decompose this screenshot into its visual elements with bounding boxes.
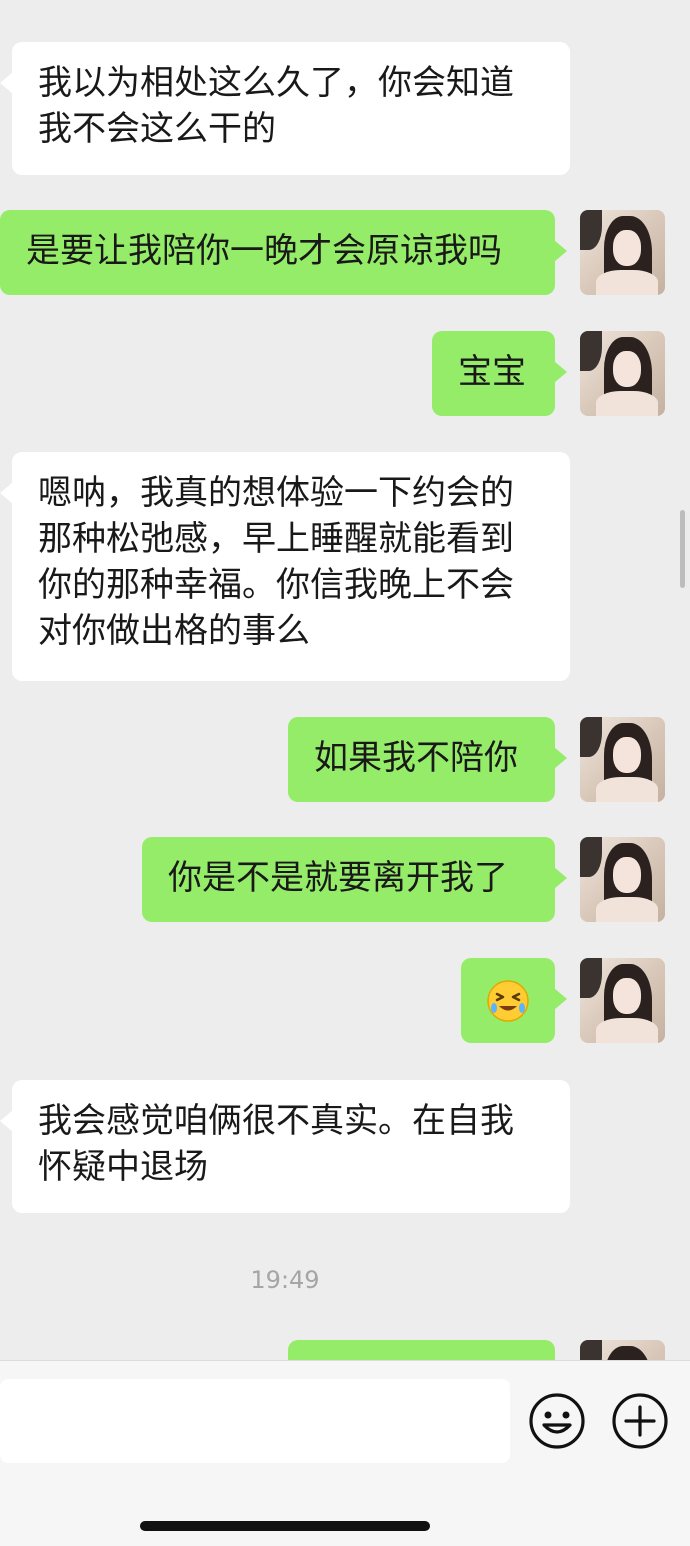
- avatar[interactable]: [580, 210, 665, 295]
- plus-circle-icon[interactable]: [610, 1391, 670, 1451]
- message-bubble-outgoing[interactable]: 你是不是就要离开我了: [142, 837, 567, 922]
- message-bubble-outgoing[interactable]: 是要让我陪你一晚才会原谅我吗: [0, 210, 567, 295]
- message-text: 我以为相处这么久了，你会知道我不会这么干的: [38, 63, 514, 149]
- home-indicator[interactable]: [140, 1521, 430, 1531]
- avatar[interactable]: [580, 837, 665, 922]
- grinning-squinting-sweat-emoji-icon: [487, 979, 529, 1022]
- message-text: 是要让我陪你一晚才会原谅我吗: [26, 231, 502, 271]
- message-text: 如果我不陪你: [314, 738, 518, 778]
- message-text: 我会感觉咱俩很不真实。在自我怀疑中退场: [38, 1101, 514, 1187]
- chat-area: 我以为相处这么久了，你会知道我不会这么干的 是要让我陪你一晚才会原谅我吗 宝宝 …: [0, 0, 690, 1360]
- message-bubble-incoming[interactable]: 我会感觉咱俩很不真实。在自我怀疑中退场: [0, 1080, 570, 1213]
- message-bubble-incoming[interactable]: 我以为相处这么久了，你会知道我不会这么干的: [0, 42, 570, 175]
- message-text: 宝宝: [458, 352, 526, 392]
- avatar[interactable]: [580, 958, 665, 1043]
- avatar[interactable]: [580, 1340, 665, 1360]
- avatar[interactable]: [580, 331, 665, 416]
- message-bubble-outgoing[interactable]: [461, 958, 567, 1043]
- message-timestamp: 19:49: [250, 1266, 320, 1294]
- message-bubble-outgoing-partial[interactable]: [288, 1340, 555, 1360]
- message-input[interactable]: [0, 1379, 510, 1463]
- message-bubble-incoming[interactable]: 嗯呐，我真的想体验一下约会的那种松弛感，早上睡醒就能看到你的那种幸福。你信我晚上…: [0, 452, 570, 681]
- scrollbar[interactable]: [680, 510, 685, 588]
- message-text: 嗯呐，我真的想体验一下约会的那种松弛感，早上睡醒就能看到你的那种幸福。你信我晚上…: [38, 473, 514, 651]
- message-text: 你是不是就要离开我了: [168, 858, 508, 898]
- message-bubble-outgoing[interactable]: 如果我不陪你: [288, 717, 567, 802]
- message-bubble-outgoing[interactable]: 宝宝: [432, 331, 567, 416]
- avatar[interactable]: [580, 717, 665, 802]
- smile-face-icon[interactable]: [527, 1391, 587, 1451]
- input-toolbar: [0, 1360, 690, 1546]
